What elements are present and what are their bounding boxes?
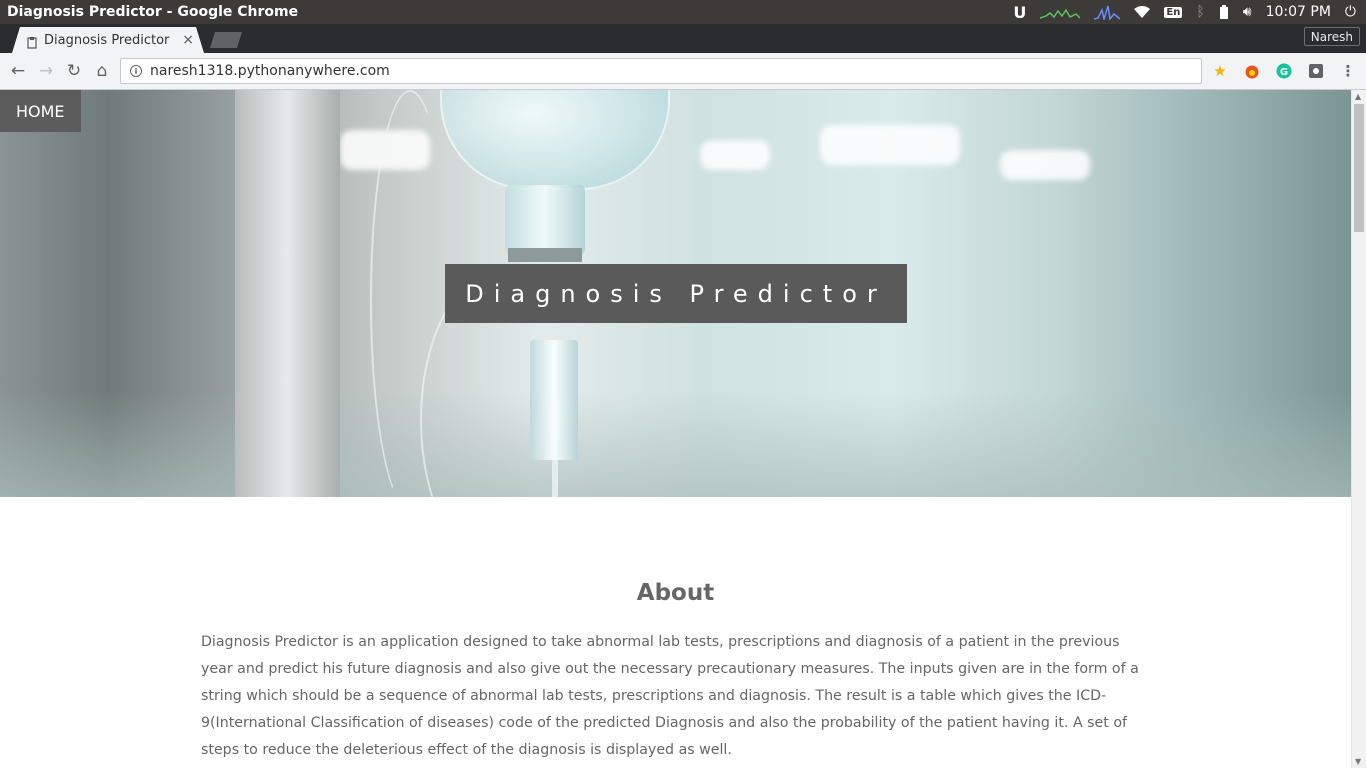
scroll-down-arrow-icon[interactable]: ▼ [1355, 757, 1361, 766]
hero-pillar [235, 90, 340, 497]
iv-bag-image [440, 90, 670, 190]
keyboard-layout-indicator[interactable]: En [1164, 6, 1183, 18]
wifi-icon[interactable] [1134, 6, 1151, 18]
page-favicon-icon [26, 34, 38, 49]
about-heading: About [636, 580, 715, 606]
system-tray: U En ᛒ 🔊︎ 10:07 PM ⏻ [1013, 0, 1366, 24]
extension-fire-icon[interactable] [1243, 62, 1261, 80]
site-info-icon[interactable]: i [130, 65, 142, 77]
about-paragraph: Diagnosis Predictor is an application de… [201, 634, 1139, 758]
forward-arrow-icon[interactable]: → [35, 60, 57, 82]
browser-toolbar: ← → ↻ ⌂ i naresh1318.pythonanywhere.com … [0, 53, 1366, 90]
app-indicator-icon[interactable]: U [1013, 3, 1026, 22]
iv-cap [508, 248, 582, 262]
os-top-bar: Diagnosis Predictor - Google Chrome U En… [0, 0, 1366, 24]
network-graph-icon[interactable] [1040, 5, 1081, 19]
scroll-up-arrow-icon[interactable]: ▲ [1355, 92, 1361, 101]
new-tab-button[interactable] [210, 32, 242, 48]
window-title: Diagnosis Predictor - Google Chrome [7, 4, 299, 20]
scrollbar-thumb[interactable] [1354, 104, 1364, 232]
tab-title: Diagnosis Predictor [44, 32, 170, 48]
volume-icon[interactable]: 🔊︎ [1243, 4, 1252, 20]
svg-text:G: G [1280, 67, 1288, 78]
power-icon[interactable]: ⏻ [1345, 4, 1356, 20]
back-arrow-icon[interactable]: ← [7, 60, 29, 82]
iv-drip-chamber [530, 340, 578, 460]
page-scrollbar[interactable]: ▲ ▼ [1351, 90, 1366, 768]
tab-strip: Diagnosis Predictor × Naresh [0, 24, 1366, 53]
close-tab-icon[interactable]: × [182, 32, 194, 48]
nav-home-link[interactable]: HOME [0, 90, 81, 132]
battery-icon[interactable] [1219, 5, 1229, 19]
cpu-graph-icon[interactable] [1094, 4, 1121, 20]
reload-icon[interactable]: ↻ [63, 60, 85, 82]
extension-shield-icon[interactable] [1307, 62, 1325, 80]
hero-floor-gradient [0, 390, 1351, 497]
hero-ceiling-light [820, 125, 960, 165]
browser-tab-active[interactable]: Diagnosis Predictor × [12, 27, 204, 53]
bluetooth-icon[interactable]: ᛒ [1196, 4, 1204, 20]
chrome-menu-icon[interactable]: ⋮ [1339, 62, 1357, 80]
grammarly-icon[interactable]: G [1275, 62, 1293, 80]
address-bar[interactable]: i naresh1318.pythonanywhere.com [120, 58, 1202, 84]
iv-line [552, 460, 558, 497]
home-icon[interactable]: ⌂ [91, 60, 113, 82]
hero-title: Diagnosis Predictor [445, 264, 907, 323]
iv-bottle-neck [505, 185, 585, 255]
bookmark-star-icon[interactable]: ★ [1211, 62, 1229, 80]
hero-banner: HOME Diagnosis Predictor [0, 90, 1351, 497]
clock[interactable]: 10:07 PM [1266, 4, 1331, 20]
page-viewport: HOME Diagnosis Predictor About Diagnosis… [0, 90, 1351, 768]
address-url: naresh1318.pythonanywhere.com [150, 63, 390, 79]
profile-button[interactable]: Naresh [1303, 27, 1360, 46]
hero-ceiling-light [700, 140, 770, 170]
hero-ceiling-light [1000, 150, 1090, 180]
